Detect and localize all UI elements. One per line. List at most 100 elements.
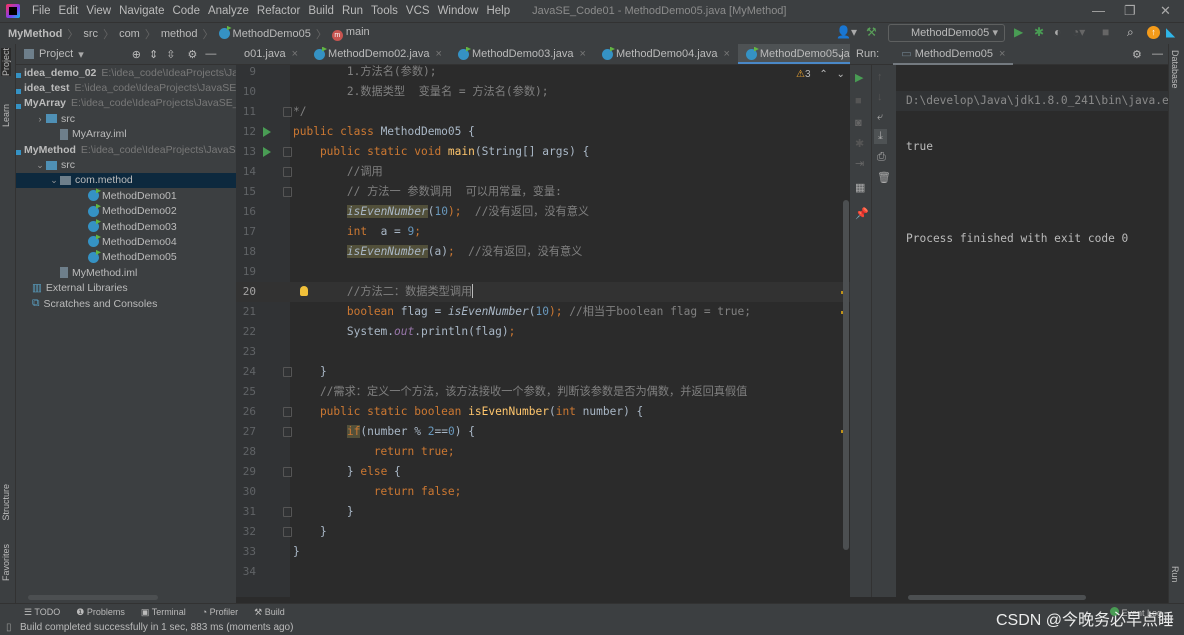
breadcrumb-project[interactable]: MyMethod bbox=[8, 28, 62, 40]
hide-icon[interactable]: — bbox=[205, 48, 216, 60]
debug-icon[interactable]: ✱ bbox=[1034, 25, 1044, 39]
fold-icon[interactable] bbox=[283, 107, 292, 117]
tree-item[interactable]: MethodDemo05 bbox=[16, 250, 236, 265]
rerun-icon[interactable]: ▶ bbox=[855, 71, 863, 84]
close-tab-icon[interactable]: × bbox=[292, 48, 298, 60]
up-icon[interactable]: ↑ bbox=[877, 71, 883, 83]
menu-edit[interactable]: Edit bbox=[55, 5, 83, 17]
tree-item[interactable]: MyArray.iml bbox=[16, 127, 236, 142]
debug-restart-icon[interactable]: ✱ bbox=[855, 137, 864, 150]
tree-item[interactable]: MyMethod.iml bbox=[16, 265, 236, 280]
editor-tab[interactable]: MethodDemo02.java × bbox=[306, 44, 450, 64]
fold-icon[interactable] bbox=[283, 147, 292, 157]
arrow-icon[interactable]: ⌄ bbox=[34, 160, 46, 171]
arrow-icon[interactable]: ⌄ bbox=[48, 175, 60, 186]
minimize-button[interactable]: — bbox=[1092, 3, 1105, 18]
build-tool[interactable]: ⚒ Build bbox=[254, 607, 285, 618]
print-icon[interactable]: ⎙ bbox=[877, 151, 886, 164]
tabs-dropdown-icon[interactable]: ⌄ bbox=[836, 47, 845, 60]
menu-build[interactable]: Build bbox=[304, 5, 338, 17]
fold-icon[interactable] bbox=[283, 407, 292, 417]
soft-wrap-icon[interactable]: ⤶ bbox=[877, 111, 883, 124]
tree-item[interactable]: › src bbox=[16, 111, 236, 126]
profiler-tool[interactable]: ◔ Profiler bbox=[202, 607, 238, 617]
run-config-select[interactable]: MethodDemo05 ▾ bbox=[888, 24, 1005, 42]
menu-help[interactable]: Help bbox=[482, 5, 514, 17]
project-view-select[interactable]: Project bbox=[39, 48, 73, 60]
menu-analyze[interactable]: Analyze bbox=[204, 5, 253, 17]
tree-item[interactable]: ▥ External Libraries bbox=[16, 280, 236, 295]
run-icon[interactable]: ▶ bbox=[1014, 25, 1023, 39]
tree-item[interactable]: idea_demo_02 E:\idea_code\IdeaProjects\Ja… bbox=[16, 65, 236, 80]
tree-item[interactable]: MethodDemo03 bbox=[16, 219, 236, 234]
menu-file[interactable]: File bbox=[28, 5, 55, 17]
stripe-database[interactable]: Database bbox=[1170, 50, 1180, 89]
tree-item[interactable]: ⌄ com.method bbox=[16, 172, 236, 189]
editor-tab[interactable]: MethodDemo05.java× bbox=[737, 44, 850, 64]
fold-icon[interactable] bbox=[283, 507, 292, 517]
expand-all-icon[interactable]: ⇕ bbox=[149, 48, 158, 61]
close-tab-icon[interactable]: × bbox=[436, 48, 442, 60]
scroll-to-end-icon[interactable]: ⤓ bbox=[874, 129, 887, 144]
run-hide-icon[interactable]: — bbox=[1152, 48, 1163, 60]
update-icon[interactable]: ↑ bbox=[1147, 26, 1160, 39]
menu-view[interactable]: View bbox=[82, 5, 115, 17]
tree-item[interactable]: idea_test E:\idea_code\IdeaProjects\JavaS… bbox=[16, 80, 236, 95]
exit-icon[interactable]: ⇥ bbox=[855, 157, 864, 170]
stripe-project[interactable]: Project bbox=[1, 48, 11, 77]
menu-navigate[interactable]: Navigate bbox=[115, 5, 168, 17]
menu-code[interactable]: Code bbox=[168, 5, 204, 17]
fold-icon[interactable] bbox=[283, 467, 292, 477]
fold-icon[interactable] bbox=[283, 167, 292, 177]
coverage-icon[interactable]: ◐ bbox=[1054, 25, 1061, 39]
editor-tab[interactable]: MethodDemo04.java × bbox=[594, 44, 738, 64]
run-settings-icon[interactable]: ⚙ bbox=[1132, 48, 1142, 61]
console-output[interactable]: D:\develop\Java\jdk1.8.0_241\bin\java.ex… bbox=[896, 65, 1168, 597]
close-tab-icon[interactable]: × bbox=[580, 48, 586, 60]
breadcrumb-class[interactable]: MethodDemo05 bbox=[218, 27, 311, 40]
close-button[interactable]: ✕ bbox=[1160, 3, 1171, 19]
tree-item[interactable]: MethodDemo01 bbox=[16, 188, 236, 203]
tree-item[interactable]: MethodDemo04 bbox=[16, 234, 236, 249]
user-icon[interactable]: 👤▾ bbox=[836, 25, 857, 39]
run-gutter-icon[interactable] bbox=[263, 147, 271, 157]
menu-run[interactable]: Run bbox=[338, 5, 367, 17]
breadcrumb-main[interactable]: m main bbox=[331, 26, 370, 41]
terminal-tool[interactable]: ▣ Terminal bbox=[141, 607, 186, 618]
stripe-run[interactable]: Run bbox=[1170, 566, 1180, 583]
stripe-favorites[interactable]: Favorites bbox=[1, 544, 11, 581]
run-gutter-icon[interactable] bbox=[263, 127, 271, 137]
fold-icon[interactable] bbox=[283, 527, 292, 537]
editor-tab[interactable]: o01.java × bbox=[236, 44, 306, 64]
editor-scrollbar[interactable] bbox=[843, 200, 849, 550]
tree-item[interactable]: MyMethod E:\idea_code\IdeaProjects\JavaSE… bbox=[16, 142, 236, 157]
tree-item[interactable]: MyArray E:\idea_code\IdeaProjects\JavaSE_… bbox=[16, 96, 236, 111]
code-editor[interactable]: 9 1.方法名(参数); 10 2.数据类型 变量名 = 方法名(参数); 11 */… bbox=[236, 65, 850, 597]
gear-icon[interactable]: ⚙ bbox=[187, 48, 197, 61]
restore-button[interactable]: ❐ bbox=[1124, 3, 1136, 19]
menu-refactor[interactable]: Refactor bbox=[253, 5, 304, 17]
down-icon[interactable]: ↓ bbox=[877, 91, 883, 103]
tree-item[interactable]: ⧉ Scratches and Consoles bbox=[16, 296, 236, 311]
fold-icon[interactable] bbox=[283, 367, 292, 377]
pin-icon[interactable]: 📌 bbox=[855, 207, 869, 220]
menu-window[interactable]: Window bbox=[434, 5, 483, 17]
arrow-icon[interactable]: › bbox=[34, 114, 46, 124]
run-tab[interactable]: ▭ MethodDemo05 × bbox=[893, 44, 1014, 65]
stripe-structure[interactable]: Structure bbox=[1, 484, 11, 521]
menu-tools[interactable]: Tools bbox=[367, 5, 402, 17]
build-hammer-icon[interactable]: ⚒ bbox=[866, 25, 877, 39]
profile-icon[interactable]: ◔▾ bbox=[1072, 25, 1085, 39]
stripe-learn[interactable]: Learn bbox=[1, 104, 11, 127]
editor-tab[interactable]: MethodDemo03.java × bbox=[450, 44, 594, 64]
fold-icon[interactable] bbox=[283, 427, 292, 437]
stop-icon[interactable]: ■ bbox=[1102, 25, 1109, 39]
close-tab-icon[interactable]: × bbox=[723, 48, 729, 60]
breadcrumb-src[interactable]: src bbox=[83, 28, 98, 40]
trash-icon[interactable]: 🗑 bbox=[877, 171, 891, 184]
search-icon[interactable]: ⌕ bbox=[1127, 25, 1134, 40]
locate-icon[interactable]: ⊕ bbox=[132, 48, 141, 61]
fold-icon[interactable] bbox=[283, 187, 292, 197]
todo-tool[interactable]: ☰ TODO bbox=[24, 607, 60, 618]
collapse-all-icon[interactable]: ⇳ bbox=[166, 48, 175, 61]
